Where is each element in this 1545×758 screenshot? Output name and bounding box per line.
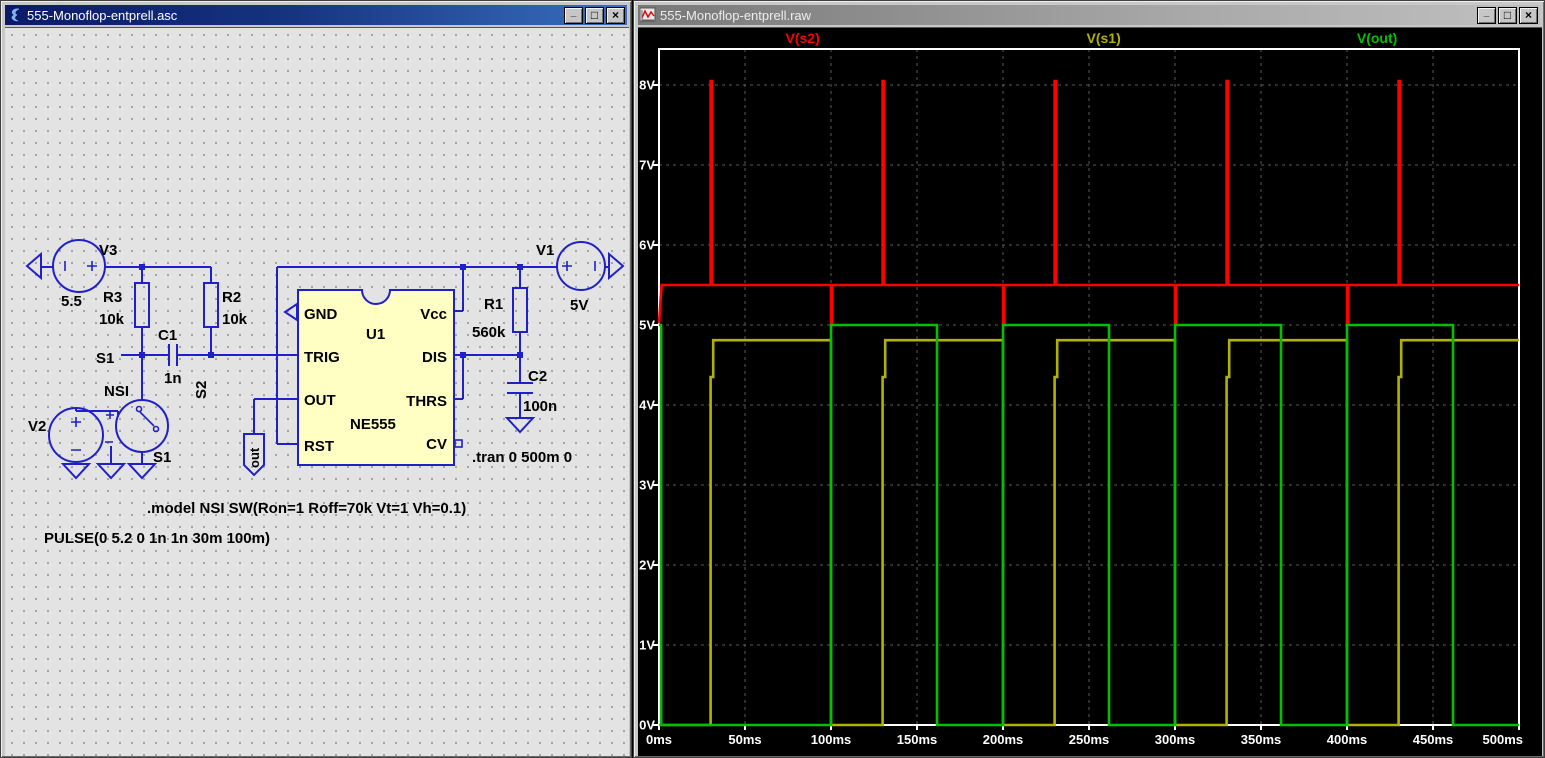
x-tick-label: 200ms (983, 732, 1023, 747)
ltspice-schematic-icon (7, 7, 23, 23)
label-switch[interactable]: S1 (153, 449, 171, 466)
value-v3[interactable]: 5.5 (61, 293, 82, 310)
pin-thrs: THRS (406, 393, 447, 410)
label-r1[interactable]: R1 (484, 296, 503, 313)
pin-dis: DIS (422, 349, 447, 366)
value-c1[interactable]: 1n (164, 370, 182, 387)
y-tick-label: 3V (639, 478, 655, 493)
label-r2[interactable]: R2 (222, 289, 241, 306)
x-tick-label: 300ms (1155, 732, 1195, 747)
close-button[interactable]: × (1519, 7, 1538, 24)
directive-pulse[interactable]: PULSE(0 5.2 0 1n 1n 30m 100m) (44, 530, 270, 547)
minimize-button[interactable]: _ (564, 7, 583, 24)
label-v1[interactable]: V1 (536, 242, 554, 259)
ground-flag-gnd-pin-icon[interactable] (285, 304, 297, 320)
source-v3[interactable] (53, 240, 105, 292)
y-tick-label: 5V (639, 318, 655, 333)
net-flag-out[interactable]: out (244, 434, 264, 475)
x-tick-label: 500ms (1483, 732, 1523, 747)
x-tick-label: 400ms (1327, 732, 1367, 747)
label-v3[interactable]: V3 (99, 242, 117, 259)
resistor-r1[interactable] (513, 288, 527, 332)
resistor-r3[interactable] (135, 283, 149, 327)
label-c1[interactable]: C1 (158, 327, 177, 344)
value-c2[interactable]: 100n (523, 398, 557, 415)
ground-flag-v2-icon[interactable] (63, 464, 89, 478)
net-label-s1[interactable]: S1 (96, 350, 114, 367)
y-tick-label: 8V (639, 78, 655, 93)
net-label-out[interactable]: out (247, 447, 262, 468)
legend-v-out-[interactable]: V(out) (1357, 30, 1397, 46)
legend-v-s2-[interactable]: V(s2) (786, 30, 820, 46)
label-c2[interactable]: C2 (528, 368, 547, 385)
y-tick-label: 6V (639, 238, 655, 253)
x-tick-label: 150ms (897, 732, 937, 747)
x-tick-label: 350ms (1241, 732, 1281, 747)
x-tick-label: 0ms (646, 732, 672, 747)
value-v1[interactable]: 5V (570, 297, 588, 314)
legend-v-s1-[interactable]: V(s1) (1087, 30, 1121, 46)
schematic-window: 555-Monoflop-entprell.asc _ □ × (0, 0, 632, 758)
waveform-window: 555-Monoflop-entprell.raw _ □ × 0V 1V 2V 3V… (633, 0, 1545, 758)
label-r3[interactable]: R3 (103, 289, 122, 306)
schematic-titlebar[interactable]: 555-Monoflop-entprell.asc _ □ × (5, 5, 627, 25)
ground-flag-c2-icon[interactable] (507, 418, 533, 432)
capacitor-c1[interactable] (169, 344, 177, 366)
y-tick-label: 1V (639, 638, 655, 653)
y-tick-label: 0V (639, 718, 655, 733)
label-switch-model[interactable]: NSI (104, 383, 129, 400)
waveform-file-icon (640, 7, 656, 23)
pin-rst: RST (304, 438, 334, 455)
y-tick-label: 7V (639, 158, 655, 173)
y-tick-label: 4V (639, 398, 655, 413)
directive-model[interactable]: .model NSI SW(Ron=1 Roff=70k Vt=1 Vh=0.1… (147, 500, 466, 517)
ic-refdes: U1 (366, 326, 385, 343)
ground-flag-switch-icon[interactable] (129, 464, 155, 478)
value-r3[interactable]: 10k (99, 311, 125, 328)
pin-cv: CV (426, 436, 447, 453)
source-v2[interactable] (49, 408, 103, 462)
resistor-r2[interactable] (204, 283, 218, 327)
label-v2[interactable]: V2 (28, 418, 46, 435)
schematic-window-title: 555-Monoflop-entprell.asc (27, 8, 560, 23)
x-tick-label: 450ms (1413, 732, 1453, 747)
value-r2[interactable]: 10k (222, 311, 248, 328)
switch-s1[interactable] (105, 400, 168, 452)
pin-gnd: GND (304, 306, 338, 323)
ground-flag-right-icon[interactable] (609, 254, 623, 278)
ground-flag-left-icon[interactable] (27, 254, 41, 278)
waveform-window-title: 555-Monoflop-entprell.raw (660, 8, 1473, 23)
source-v1[interactable] (557, 242, 605, 290)
pin-trig: TRIG (304, 349, 340, 366)
ic-part: NE555 (350, 416, 396, 433)
pin-out: OUT (304, 392, 336, 409)
waveform-plot-area[interactable]: 0V 1V 2V 3V 4V 5V 6V 7V 8V 0ms 50ms 100ms 150ms 200ms… (638, 27, 1542, 756)
maximize-button[interactable]: □ (1498, 7, 1517, 24)
x-tick-label: 100ms (811, 732, 851, 747)
x-tick-label: 250ms (1069, 732, 1109, 747)
minimize-button[interactable]: _ (1477, 7, 1496, 24)
ground-flag-switch-ctrl-icon[interactable] (98, 464, 124, 478)
directive-tran[interactable]: .tran 0 500m 0 (472, 449, 572, 466)
schematic-canvas[interactable]: out V3 5.5 R3 10k R2 10k C1 1n S1 S2 NSI… (5, 27, 629, 756)
x-tick-label: 50ms (728, 732, 761, 747)
y-tick-label: 2V (639, 558, 655, 573)
pin-vcc: Vcc (420, 306, 447, 323)
value-r1[interactable]: 560k (472, 324, 506, 341)
close-button[interactable]: × (606, 7, 625, 24)
net-label-s2[interactable]: S2 (193, 381, 210, 399)
cv-pin-open-square-icon (455, 440, 462, 447)
maximize-button[interactable]: □ (585, 7, 604, 24)
waveform-titlebar[interactable]: 555-Monoflop-entprell.raw _ □ × (638, 5, 1540, 25)
